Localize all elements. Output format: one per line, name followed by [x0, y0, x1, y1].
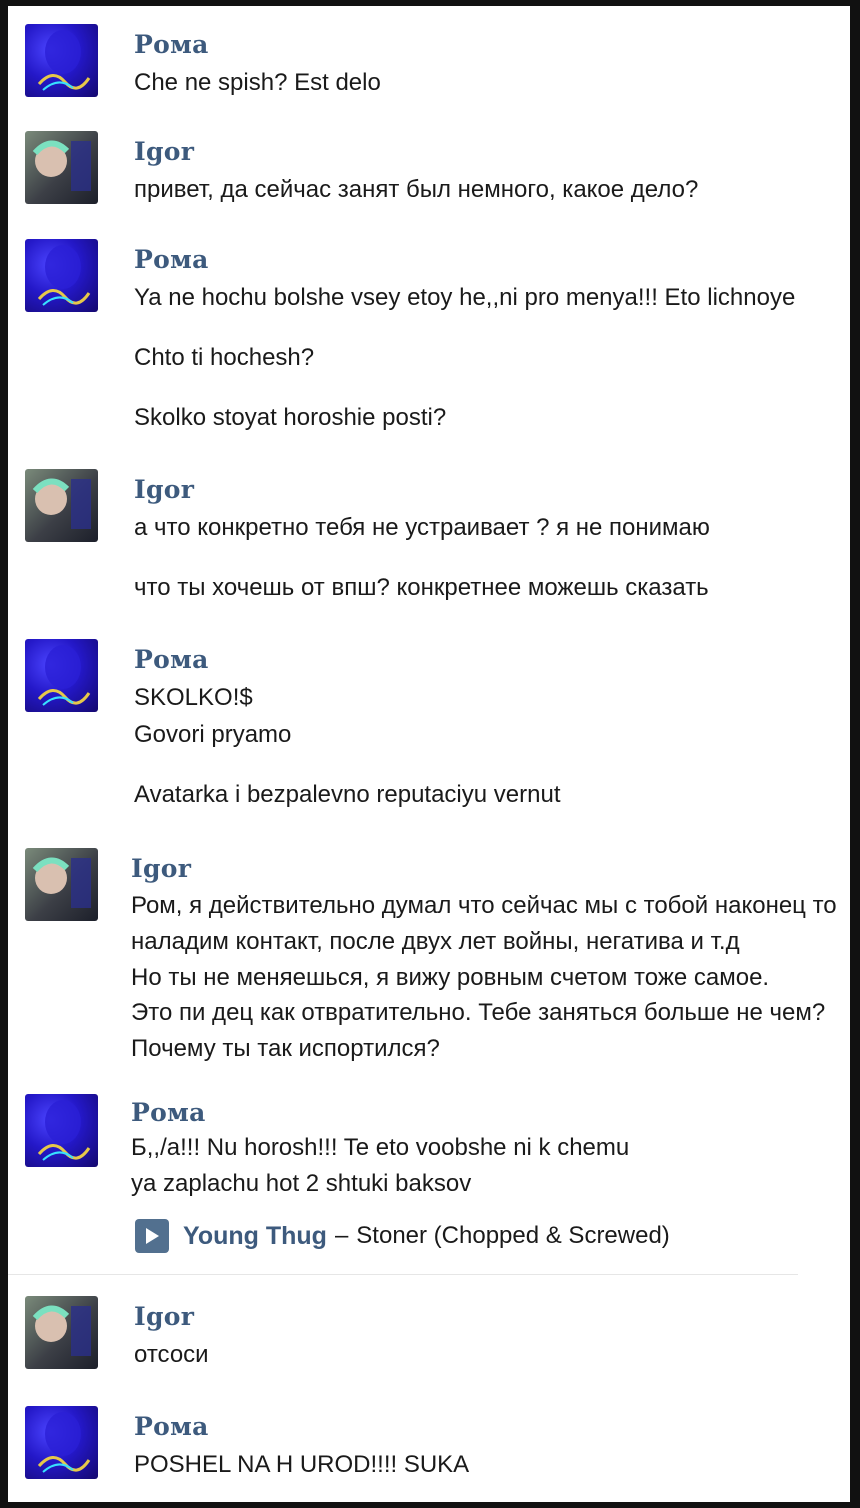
play-icon[interactable]: [135, 1219, 169, 1253]
avatar-igor[interactable]: [25, 848, 98, 921]
author-name[interactable]: Igor: [131, 854, 191, 883]
message-text: наладим контакт, после двух лет войны, н…: [131, 928, 740, 955]
message-text: Skolko stoyat horoshie posti?: [134, 404, 447, 431]
avatar-igor[interactable]: [25, 131, 98, 204]
audio-separator: –: [334, 1222, 349, 1249]
message-text: Chto ti hochesh?: [134, 344, 315, 371]
avatar-igor[interactable]: [25, 469, 98, 542]
message-text: Ya ne hochu bolshe vsey etoy he,,ni pro …: [134, 284, 796, 311]
message-text: Avatarka i bezpalevno reputaciyu vernut: [134, 781, 561, 808]
avatar-igor[interactable]: [25, 1296, 98, 1369]
author-name[interactable]: Рома: [134, 1412, 209, 1441]
author-name[interactable]: Рома: [134, 245, 209, 274]
message-text: SKOLKO!$: [134, 684, 253, 711]
message-text: привет, да сейчас занят был немного, как…: [134, 176, 699, 203]
avatar-roma[interactable]: [25, 1406, 98, 1479]
audio-title[interactable]: Stoner (Chopped & Screwed): [356, 1222, 670, 1250]
message-text: а что конкретно тебя не устраивает ? я н…: [134, 514, 710, 541]
avatar-roma[interactable]: [25, 1094, 98, 1167]
audio-attachment: Young Thug – Stoner (Chopped & Screwed): [135, 1219, 670, 1253]
author-name[interactable]: Рома: [131, 1098, 206, 1127]
author-name[interactable]: Igor: [134, 137, 194, 166]
message-text: Govori pryamo: [134, 721, 292, 748]
audio-artist[interactable]: Young Thug: [183, 1222, 327, 1251]
avatar-roma[interactable]: [25, 24, 98, 97]
message-text: Che ne spish? Est delo: [134, 69, 381, 96]
message-text: Почему ты так испортился?: [131, 1035, 440, 1062]
divider: [8, 1274, 798, 1275]
author-name[interactable]: Igor: [134, 1302, 194, 1331]
message-text: ya zaplachu hot 2 shtuki baksov: [131, 1170, 472, 1197]
avatar-roma[interactable]: [25, 239, 98, 312]
message-text: POSHEL NA H UROD!!!! SUKA: [134, 1451, 470, 1478]
message-text: Но ты не меняешься, я вижу ровным счетом…: [131, 964, 770, 991]
message-text: что ты хочешь от впш? конкретнее можешь …: [134, 574, 709, 601]
chat-window: Рома Che ne spish? Est delo Igor привет,…: [8, 6, 850, 1502]
message-text: Это пи дец как отвратительно. Тебе занят…: [131, 999, 826, 1026]
author-name[interactable]: Igor: [134, 475, 194, 504]
author-name[interactable]: Рома: [134, 30, 209, 59]
avatar-roma[interactable]: [25, 639, 98, 712]
message-text: Б,,/а!!! Nu horosh!!! Te eto voobshe ni …: [131, 1134, 630, 1161]
message-text: Ром, я действительно думал что сейчас мы…: [131, 892, 837, 919]
author-name[interactable]: Рома: [134, 645, 209, 674]
message-text: отсоси: [134, 1341, 209, 1368]
